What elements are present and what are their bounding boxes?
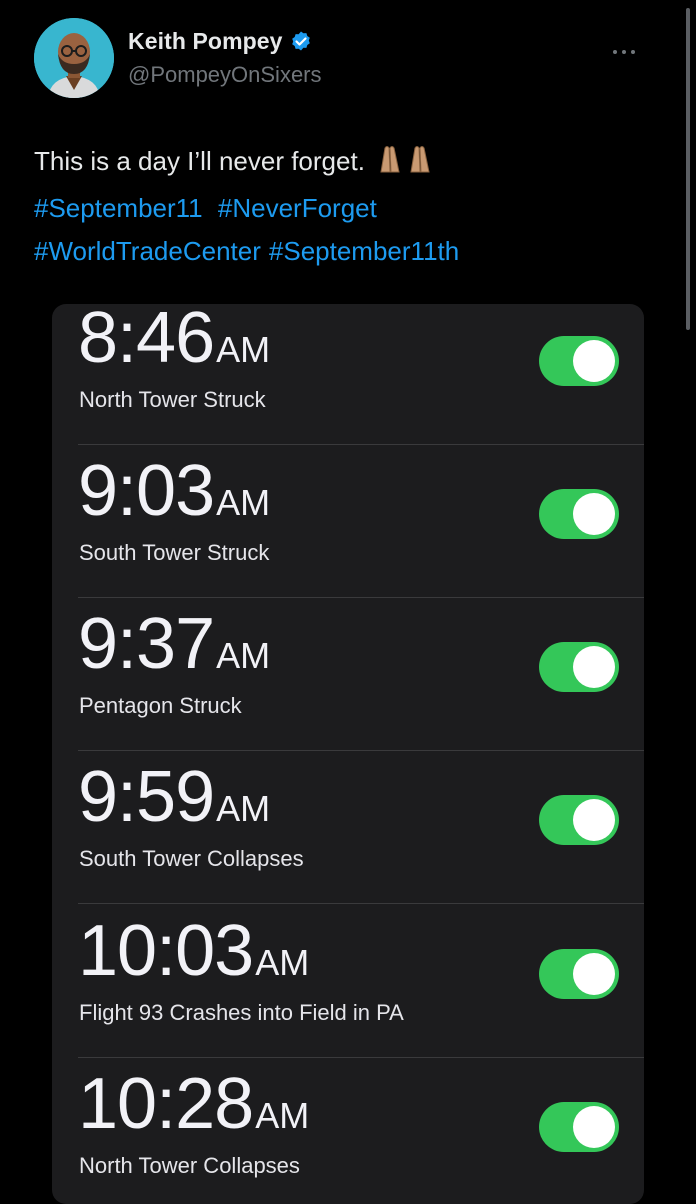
alarm-row: 10:03AM Flight 93 Crashes into Field in … (52, 905, 644, 1058)
alarm-row: 9:37AM Pentagon Struck (52, 598, 644, 751)
toggle-knob (573, 646, 615, 688)
toggle-knob (573, 1106, 615, 1148)
alarm-label: Flight 93 Crashes into Field in PA (79, 1000, 404, 1025)
alarm-time-value: 9:03 (78, 451, 215, 531)
display-name-row: Keith Pompey (128, 28, 313, 55)
alarm-row: 9:59AM South Tower Collapses (52, 751, 644, 904)
avatar-image (34, 18, 114, 98)
alarm-ampm: AM (216, 635, 271, 676)
alarm-time-value: 10:03 (78, 911, 254, 991)
row-divider (78, 903, 644, 904)
alarm-time: 8:46AM (78, 304, 270, 374)
alarm-time: 9:59AM (78, 761, 270, 833)
hashtag-link[interactable]: #September11 (34, 193, 203, 223)
alarm-ampm: AM (216, 329, 271, 370)
tweet-body: This is a day I’ll never forget. #Septem… (34, 140, 654, 273)
alarm-row: 10:28AM North Tower Collapses (52, 1058, 644, 1204)
alarm-label: South Tower Collapses (79, 846, 304, 871)
alarm-toggle[interactable] (539, 1102, 619, 1152)
alarm-row: 8:46AM North Tower Struck (52, 304, 644, 445)
alarm-ampm: AM (255, 942, 310, 983)
hashtag-link[interactable]: #NeverForget (218, 193, 377, 223)
alarm-time-value: 9:59 (78, 757, 215, 837)
alarm-label: Pentagon Struck (79, 693, 242, 718)
alarm-toggle[interactable] (539, 642, 619, 692)
alarm-toggle[interactable] (539, 489, 619, 539)
toggle-knob (573, 340, 615, 382)
tweet-text-line: This is a day I’ll never forget. (34, 140, 654, 187)
alarm-ampm: AM (216, 482, 271, 523)
user-handle[interactable]: @PompeyOnSixers (128, 62, 322, 88)
toggle-knob (573, 493, 615, 535)
alarm-label: North Tower Collapses (79, 1153, 300, 1178)
alarm-label: North Tower Struck (79, 387, 266, 412)
display-name[interactable]: Keith Pompey (128, 28, 283, 55)
hashtag-line-1: #September11 #NeverForget (34, 187, 654, 230)
alarm-toggle[interactable] (539, 336, 619, 386)
verified-badge-icon (289, 30, 313, 54)
alarm-time: 9:37AM (78, 608, 270, 680)
alarm-time: 10:28AM (78, 1068, 309, 1140)
alarm-ampm: AM (255, 1095, 310, 1136)
alarm-time-value: 9:37 (78, 604, 215, 684)
tweet-media-image[interactable]: 8:46AM North Tower Struck 9:03AM South T… (52, 304, 644, 1204)
alarm-row: 9:03AM South Tower Struck (52, 445, 644, 598)
page-scrollbar[interactable] (686, 8, 690, 330)
toggle-knob (573, 799, 615, 841)
more-options-icon[interactable] (612, 48, 636, 56)
folded-hands-emoji-icon (371, 144, 437, 187)
alarm-time: 9:03AM (78, 455, 270, 527)
alarm-toggle[interactable] (539, 949, 619, 999)
tweet-header: Keith Pompey @PompeyOnSixers (34, 18, 674, 98)
avatar[interactable] (34, 18, 114, 98)
hashtag-link[interactable]: #September11th (269, 236, 459, 266)
hashtag-line-2: #WorldTradeCenter #September11th (34, 230, 654, 273)
hashtag-link[interactable]: #WorldTradeCenter (34, 236, 261, 266)
alarm-label: South Tower Struck (79, 540, 270, 565)
alarm-time: 10:03AM (78, 915, 309, 987)
alarm-time-value: 10:28 (78, 1064, 254, 1144)
tweet-text: This is a day I’ll never forget. (34, 146, 365, 176)
alarm-ampm: AM (216, 788, 271, 829)
toggle-knob (573, 953, 615, 995)
alarm-toggle[interactable] (539, 795, 619, 845)
alarm-time-value: 8:46 (78, 304, 215, 378)
